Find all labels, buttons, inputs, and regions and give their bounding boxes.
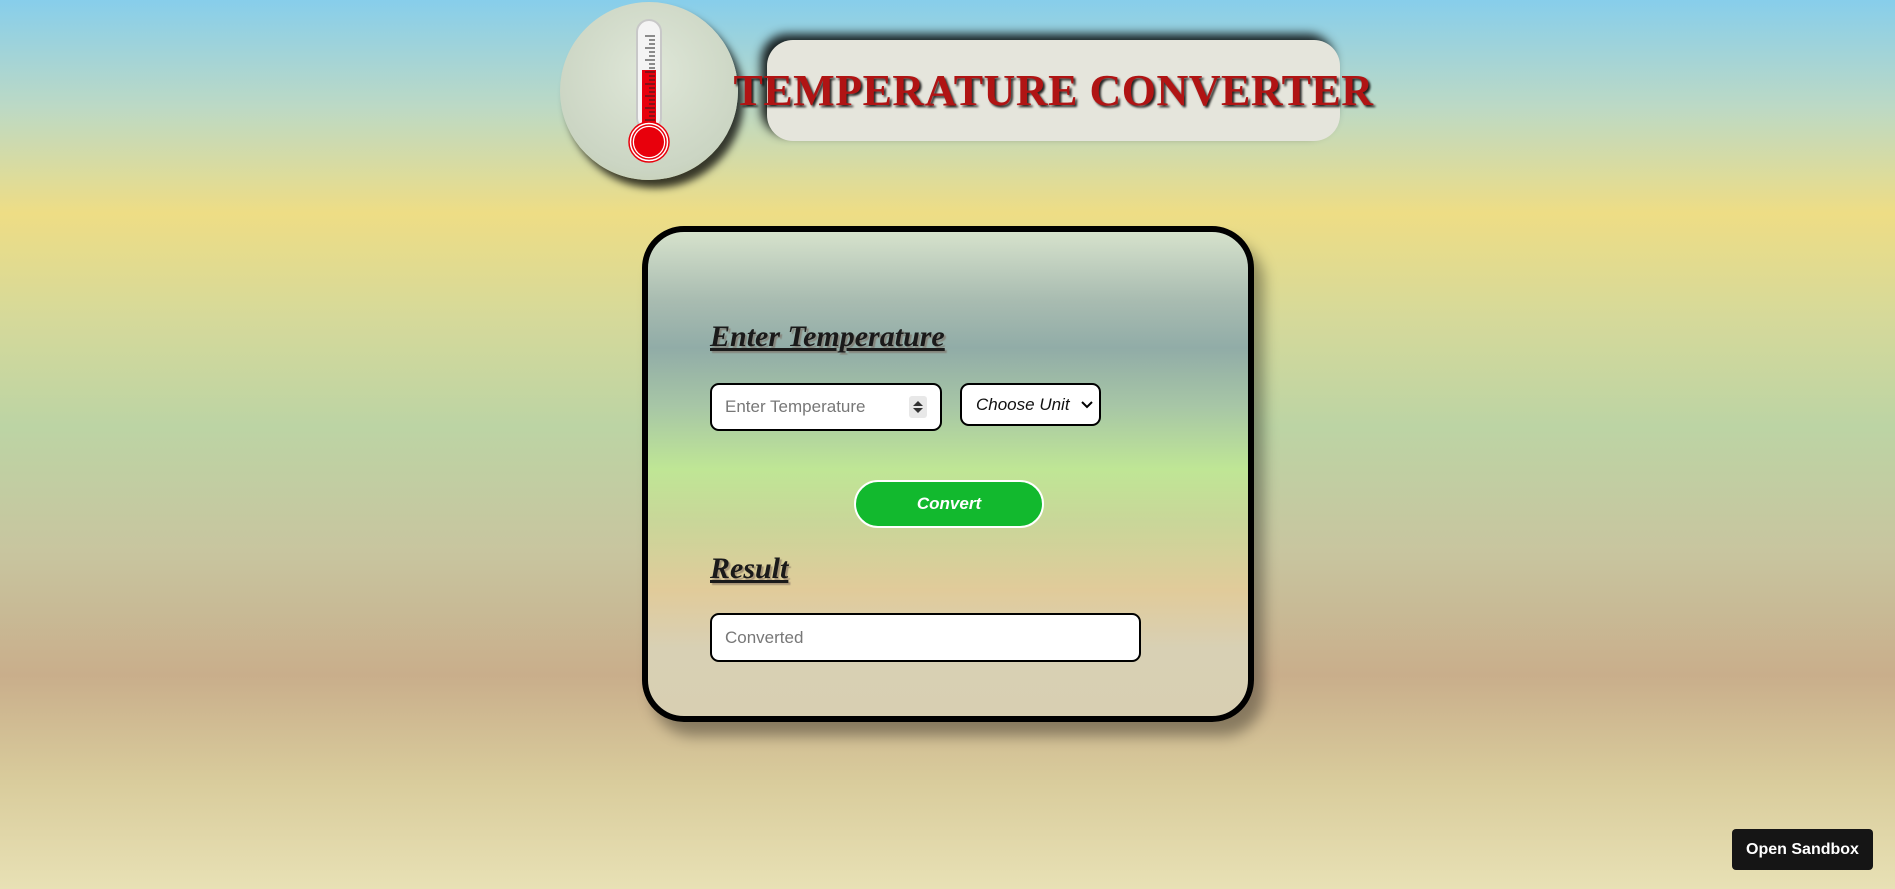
converter-card: Enter Temperature Enter Temperature Choo… <box>642 226 1254 722</box>
convert-button[interactable]: Convert <box>854 480 1044 528</box>
logo <box>560 2 738 180</box>
result-heading: Result <box>710 552 789 585</box>
enter-temperature-heading: Enter Temperature <box>710 320 945 353</box>
temperature-input[interactable]: Enter Temperature <box>710 383 942 431</box>
spin-up-icon[interactable] <box>913 401 923 406</box>
open-sandbox-button[interactable]: Open Sandbox <box>1732 829 1873 870</box>
spin-down-icon[interactable] <box>913 408 923 413</box>
chevron-down-icon <box>1081 400 1093 408</box>
result-field-placeholder: Converted <box>725 627 804 647</box>
temperature-input-placeholder: Enter Temperature <box>725 397 866 416</box>
page-title: TEMPERATURE CONVERTER <box>733 66 1374 115</box>
unit-select[interactable]: Choose Unit <box>960 383 1101 426</box>
thermometer-icon <box>628 19 670 163</box>
title-banner: TEMPERATURE CONVERTER <box>733 40 1373 141</box>
result-field[interactable]: Converted <box>710 613 1141 662</box>
unit-select-value: Choose Unit <box>976 394 1070 414</box>
number-spinner-icon[interactable] <box>909 396 927 418</box>
